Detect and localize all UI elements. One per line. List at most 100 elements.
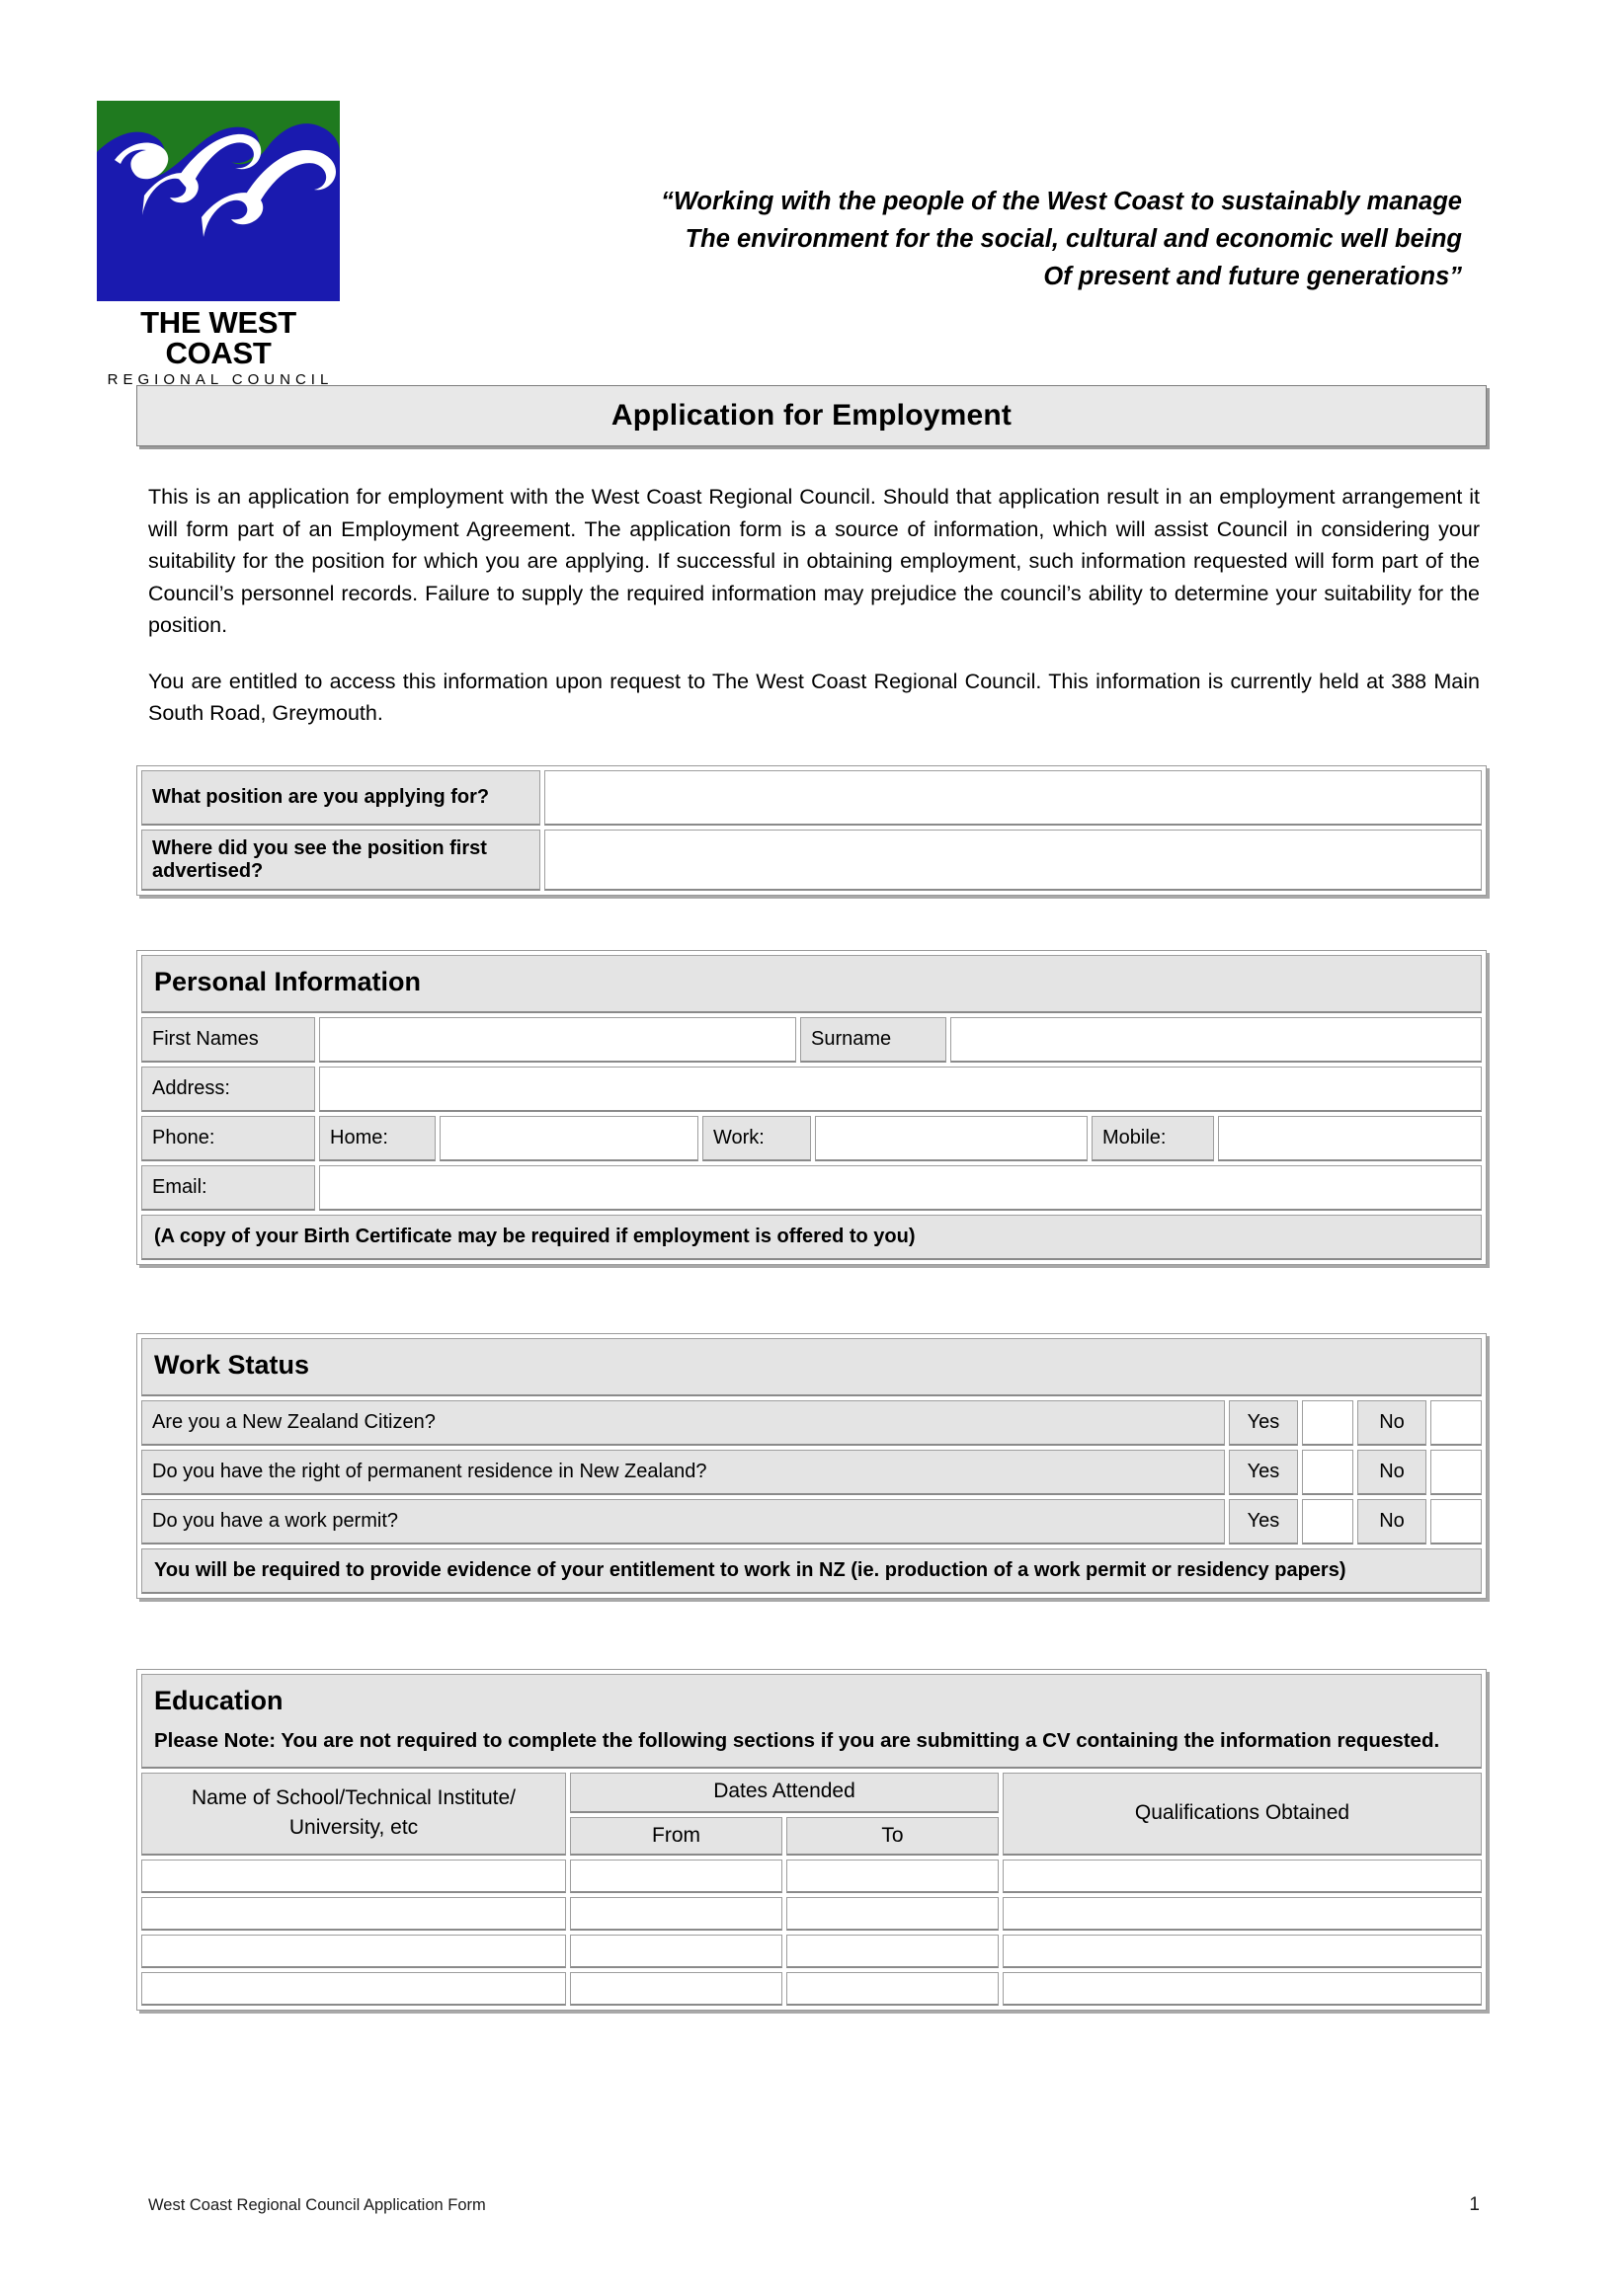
education-qualifications-input[interactable]	[1003, 1896, 1482, 1931]
citizen-question-label: Are you a New Zealand Citizen?	[141, 1399, 1225, 1446]
citizen-no-checkbox[interactable]	[1430, 1399, 1482, 1446]
education-to-input[interactable]	[786, 1859, 999, 1893]
email-input[interactable]	[319, 1164, 1482, 1211]
education-from-input[interactable]	[570, 1859, 782, 1893]
education-to-input[interactable]	[786, 1934, 999, 1968]
work-status-question-row: Do you have a work permit? Yes No	[141, 1498, 1482, 1544]
position-applying-input[interactable]	[544, 770, 1482, 826]
first-names-input[interactable]	[319, 1016, 796, 1063]
tagline-line-3: Of present and future generations”	[1043, 263, 1462, 290]
email-label: Email:	[141, 1164, 315, 1211]
footer-page-number: 1	[1469, 2194, 1480, 2215]
education-from-input[interactable]	[570, 1896, 782, 1931]
page-header: THE WEST COAST REGIONAL COUNCIL “Working…	[0, 0, 1623, 387]
home-phone-input[interactable]	[440, 1115, 698, 1161]
application-form-page: THE WEST COAST REGIONAL COUNCIL “Working…	[0, 0, 1623, 2296]
position-advertised-row: Where did you see the position first adv…	[141, 830, 1482, 891]
work-permit-no-label: No	[1357, 1498, 1426, 1544]
education-qualifications-input[interactable]	[1003, 1971, 1482, 2006]
surname-input[interactable]	[950, 1016, 1482, 1063]
education-school-input[interactable]	[141, 1971, 566, 2006]
work-permit-yes-checkbox[interactable]	[1302, 1498, 1353, 1544]
education-block: Education Please Note: You are not requi…	[136, 1669, 1487, 2011]
work-status-title: Work Status	[154, 1350, 310, 1380]
personal-information-block: Personal Information First Names Surname…	[136, 950, 1487, 1265]
work-phone-label: Work:	[702, 1115, 811, 1161]
council-logo: THE WEST COAST REGIONAL COUNCIL	[97, 101, 344, 387]
address-row: Address:	[141, 1066, 1482, 1112]
citizen-yes-checkbox[interactable]	[1302, 1399, 1353, 1446]
intro-paragraph-1: This is an application for employment wi…	[148, 485, 1480, 637]
work-status-heading: Work Status	[141, 1338, 1482, 1396]
position-applying-label: What position are you applying for?	[141, 770, 540, 826]
citizen-no-label: No	[1357, 1399, 1426, 1446]
education-heading: Education Please Note: You are not requi…	[141, 1674, 1482, 1769]
address-input[interactable]	[319, 1066, 1482, 1112]
residence-no-label: No	[1357, 1449, 1426, 1495]
phone-label: Phone:	[141, 1115, 315, 1161]
education-table-row	[141, 1934, 1482, 1968]
phone-row: Phone: Home: Work: Mobile:	[141, 1115, 1482, 1161]
home-phone-label: Home:	[319, 1115, 436, 1161]
work-entitlement-note: You will be required to provide evidence…	[141, 1547, 1482, 1594]
names-row: First Names Surname	[141, 1016, 1482, 1063]
introduction-text: This is an application for employment wi…	[148, 481, 1480, 730]
education-col-dates-attended: Dates Attended	[570, 1772, 999, 1813]
education-to-input[interactable]	[786, 1971, 999, 2006]
education-col-school: Name of School/Technical Institute/ Univ…	[141, 1772, 566, 1856]
work-permit-no-checkbox[interactable]	[1430, 1498, 1482, 1544]
education-school-input[interactable]	[141, 1859, 566, 1893]
footer-document-name: West Coast Regional Council Application …	[148, 2196, 486, 2214]
position-details-block: What position are you applying for? Wher…	[136, 765, 1487, 896]
tagline-line-1: “Working with the people of the West Coa…	[661, 188, 1462, 215]
education-school-input[interactable]	[141, 1896, 566, 1931]
residence-yes-label: Yes	[1229, 1449, 1298, 1495]
page-title: Application for Employment	[136, 385, 1487, 446]
education-school-input[interactable]	[141, 1934, 566, 1968]
education-title: Education	[154, 1686, 284, 1715]
work-status-block: Work Status Are you a New Zealand Citize…	[136, 1333, 1487, 1599]
mobile-phone-label: Mobile:	[1092, 1115, 1214, 1161]
education-from-input[interactable]	[570, 1971, 782, 2006]
page-title-text: Application for Employment	[610, 399, 1013, 432]
residence-no-checkbox[interactable]	[1430, 1449, 1482, 1495]
residence-yes-checkbox[interactable]	[1302, 1449, 1353, 1495]
education-to-input[interactable]	[786, 1896, 999, 1931]
council-tagline: “Working with the people of the West Coa…	[553, 183, 1462, 295]
birth-certificate-note: (A copy of your Birth Certificate may be…	[141, 1214, 1482, 1260]
mobile-phone-input[interactable]	[1218, 1115, 1482, 1161]
email-row: Email:	[141, 1164, 1482, 1211]
education-table-row	[141, 1859, 1482, 1893]
education-note: Please Note: You are not required to com…	[154, 1728, 1440, 1752]
work-permit-yes-label: Yes	[1229, 1498, 1298, 1544]
education-col-dates: Dates Attended From To	[570, 1772, 999, 1856]
work-permit-question-label: Do you have a work permit?	[141, 1498, 1225, 1544]
education-col-from: From	[570, 1816, 782, 1856]
address-label: Address:	[141, 1066, 315, 1112]
education-qualifications-input[interactable]	[1003, 1859, 1482, 1893]
education-table-header: Name of School/Technical Institute/ Univ…	[141, 1772, 1482, 1856]
position-advertised-label: Where did you see the position first adv…	[141, 830, 540, 891]
personal-information-heading: Personal Information	[141, 955, 1482, 1013]
education-col-qualifications: Qualifications Obtained	[1003, 1772, 1482, 1856]
position-advertised-input[interactable]	[544, 830, 1482, 891]
education-qualifications-input[interactable]	[1003, 1934, 1482, 1968]
tagline-line-2: The environment for the social, cultural…	[685, 225, 1462, 253]
intro-paragraph-2: You are entitled to access this informat…	[148, 669, 1480, 726]
work-status-question-row: Are you a New Zealand Citizen? Yes No	[141, 1399, 1482, 1446]
first-names-label: First Names	[141, 1016, 315, 1063]
surname-label: Surname	[800, 1016, 946, 1063]
education-col-to: To	[786, 1816, 999, 1856]
education-col-dates-subrow: From To	[570, 1816, 999, 1856]
logo-wordmark-line1: THE WEST COAST	[140, 305, 296, 370]
education-from-input[interactable]	[570, 1934, 782, 1968]
page-footer: West Coast Regional Council Application …	[148, 2194, 1480, 2216]
citizen-yes-label: Yes	[1229, 1399, 1298, 1446]
west-coast-wave-logo-icon	[97, 101, 340, 301]
residence-question-label: Do you have the right of permanent resid…	[141, 1449, 1225, 1495]
position-applying-row: What position are you applying for?	[141, 770, 1482, 826]
personal-information-title: Personal Information	[154, 967, 422, 996]
education-table-row	[141, 1971, 1482, 2006]
education-table-row	[141, 1896, 1482, 1931]
work-phone-input[interactable]	[815, 1115, 1088, 1161]
